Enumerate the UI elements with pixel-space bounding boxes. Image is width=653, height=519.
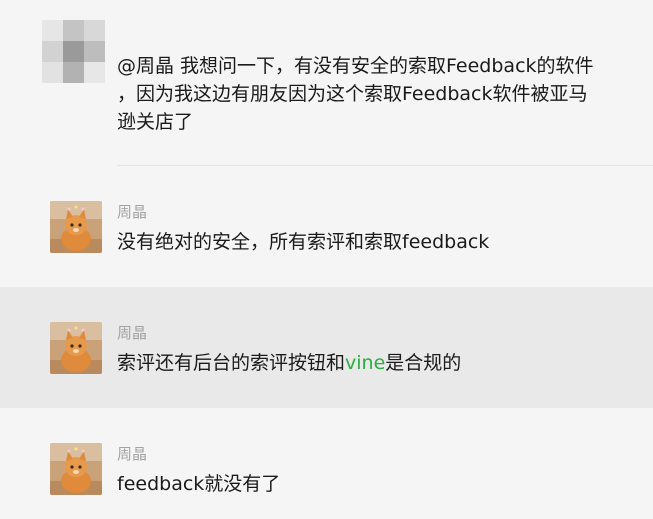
message-text-line: @周晶 我想问一下，有没有安全的索取Feedback的软件 <box>117 55 594 77</box>
chat-message-list: @周晶 我想问一下，有没有安全的索取Feedback的软件 ，因为我这边有朋友因… <box>0 0 653 519</box>
cat-avatar-icon[interactable] <box>50 443 102 495</box>
vine-link[interactable]: vine <box>345 352 385 374</box>
message-item: @周晶 我想问一下，有没有安全的索取Feedback的软件 ，因为我这边有朋友因… <box>0 0 653 165</box>
sender-name: 周晶 <box>117 324 148 342</box>
message-item: 周晶 没有绝对的安全，所有索评和索取feedback <box>0 166 653 286</box>
message-item-highlighted: 周晶 索评还有后台的索评按钮和vine是合规的 <box>0 287 653 408</box>
cat-avatar-icon[interactable] <box>50 322 102 374</box>
message-text: 没有绝对的安全，所有索评和索取feedback <box>117 231 490 253</box>
blurred-avatar-icon[interactable] <box>42 20 105 83</box>
sender-name: 周晶 <box>117 203 148 221</box>
cat-avatar-icon[interactable] <box>50 201 102 253</box>
message-text-line: 逊关店了 <box>117 111 194 133</box>
message-text-part: 索评还有后台的索评按钮和 <box>117 352 346 374</box>
message-text: feedback就没有了 <box>117 473 281 495</box>
sender-name: 周晶 <box>117 445 148 463</box>
message-text-line: ，因为我这边有朋友因为这个索取Feedback软件被亚马 <box>117 83 588 105</box>
message-text-part: 是合规的 <box>385 352 462 374</box>
message-item: 周晶 feedback就没有了 <box>0 408 653 519</box>
message-text: 索评还有后台的索评按钮和vine是合规的 <box>117 349 461 377</box>
